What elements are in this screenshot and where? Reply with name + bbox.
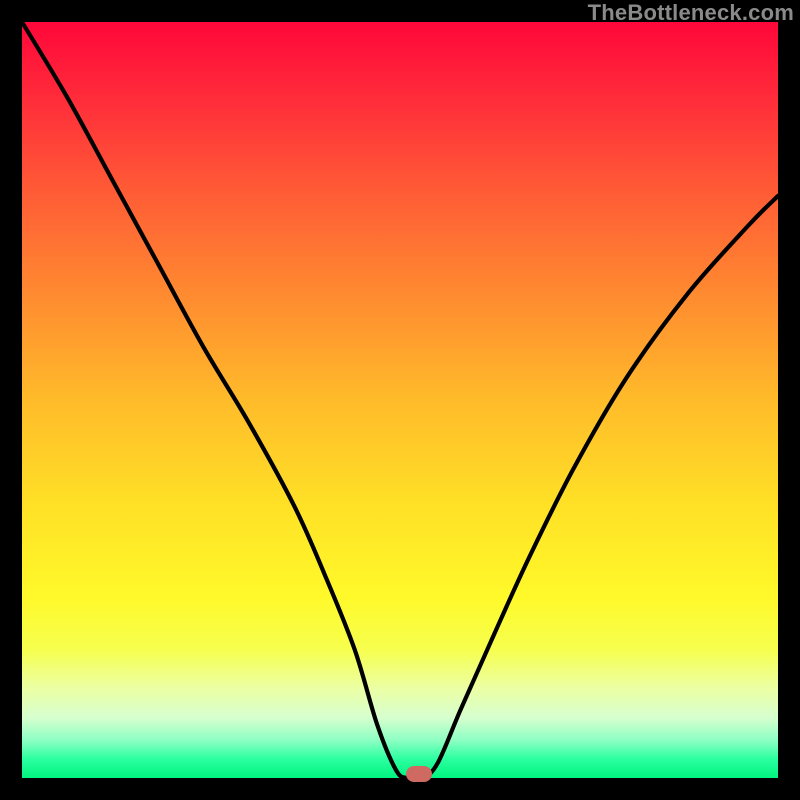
chart-frame: TheBottleneck.com (0, 0, 800, 800)
plot-area (22, 22, 778, 778)
watermark-text: TheBottleneck.com (588, 0, 794, 26)
bottleneck-curve (22, 22, 778, 778)
optimal-marker (406, 766, 432, 782)
